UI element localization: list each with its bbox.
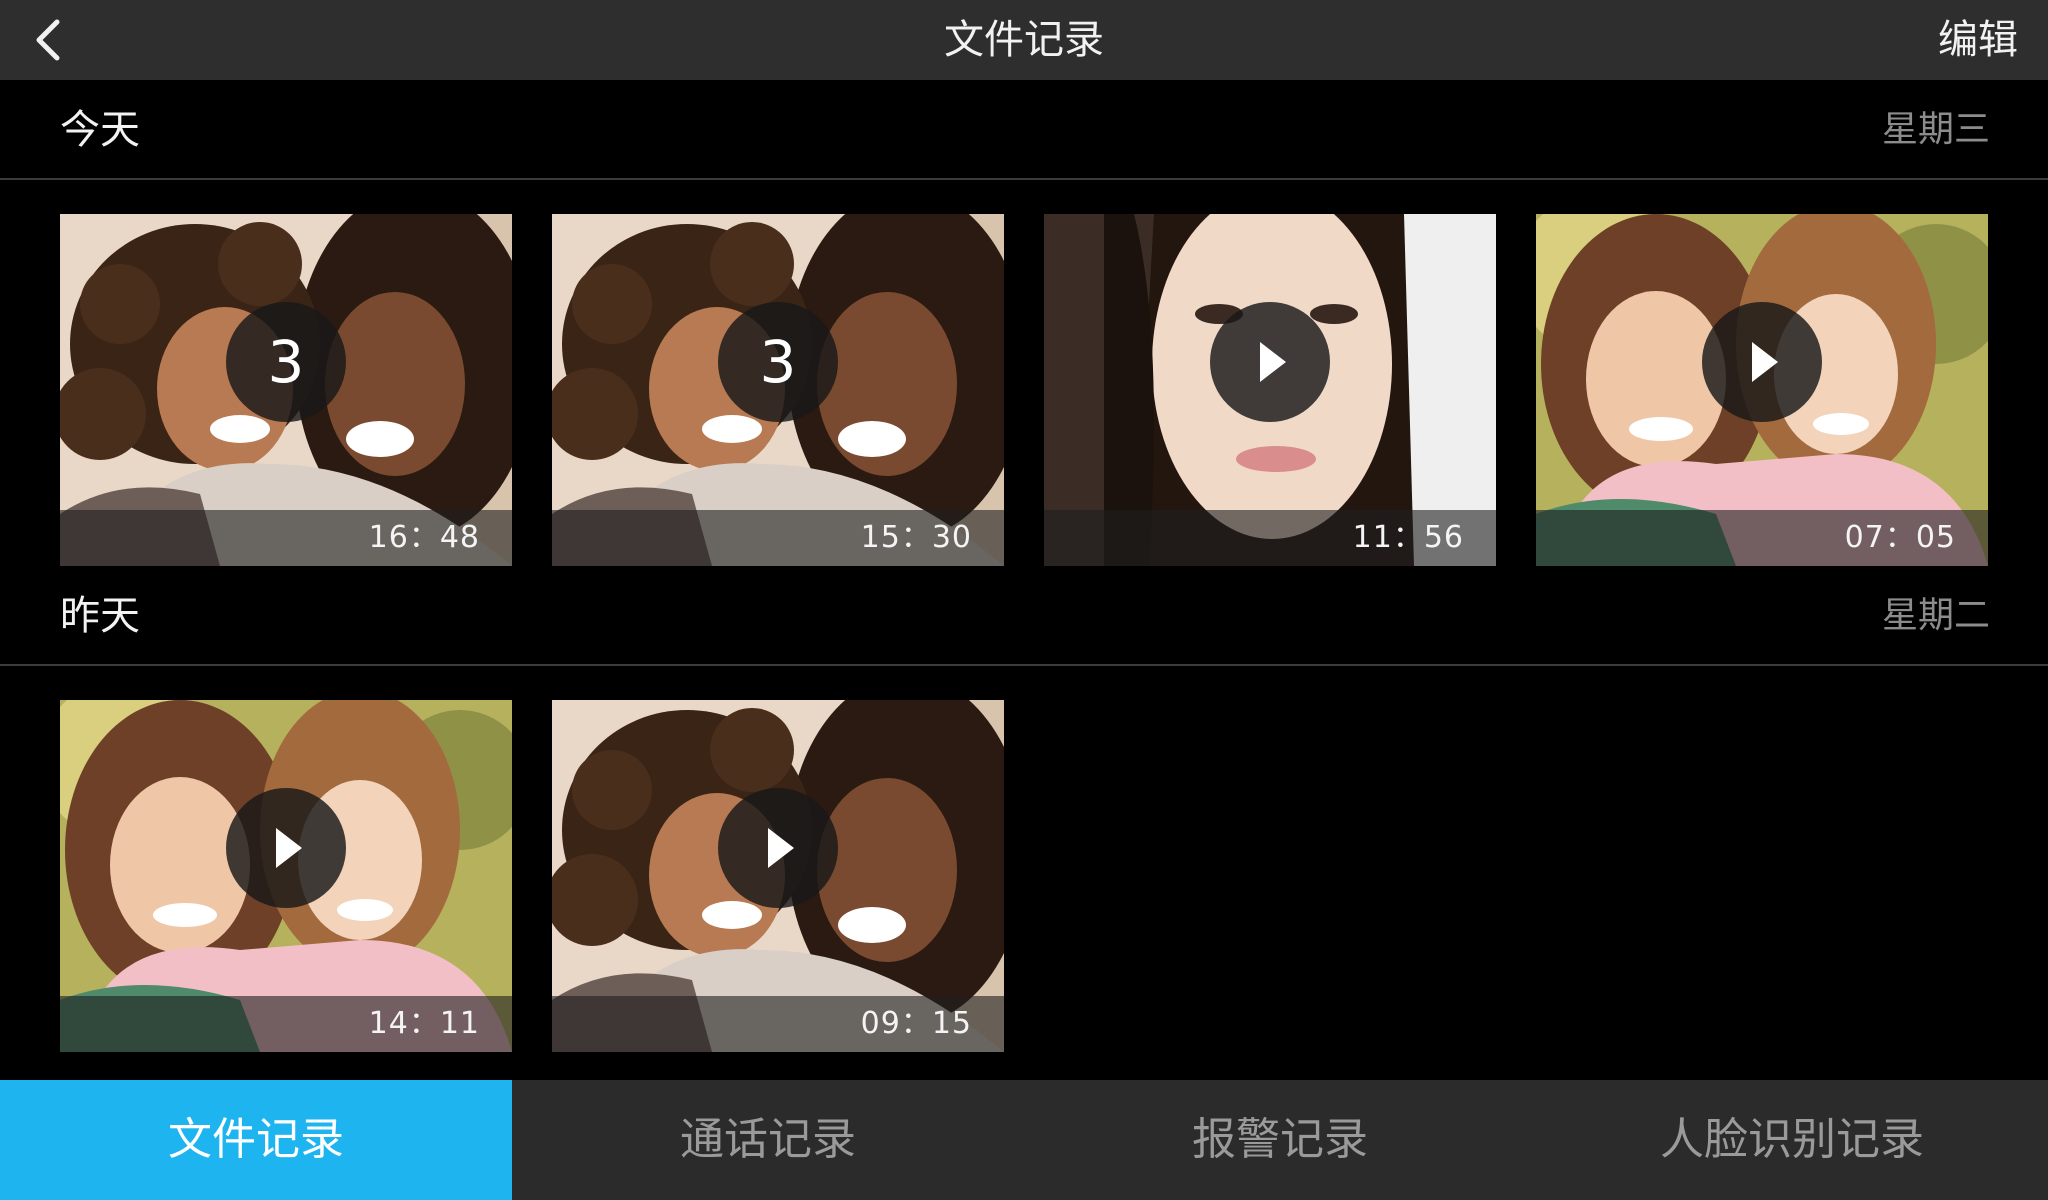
chevron-left-icon [36, 19, 60, 61]
thumbnail-time: 09：15 [860, 1006, 972, 1041]
media-thumbnail[interactable]: 07：05 [1536, 214, 1988, 566]
photo-count: 3 [267, 328, 305, 396]
section-header-yesterday: 昨天 星期二 [0, 566, 2048, 666]
tab-alarm-records[interactable]: 报警记录 [1024, 1080, 1536, 1200]
bottom-tab-bar: 文件记录 通话记录 报警记录 人脸识别记录 [0, 1080, 2048, 1200]
section-weekday: 星期二 [1881, 595, 1990, 636]
media-thumbnail[interactable]: 11：56 [1044, 214, 1496, 566]
section-label: 今天 [60, 107, 140, 153]
play-button[interactable] [226, 788, 346, 908]
play-icon [1752, 342, 1778, 382]
play-button[interactable] [1210, 302, 1330, 422]
back-button[interactable] [18, 10, 78, 70]
app-root: 文件记录 编辑 今天 星期三 16：48 3 15：30 3 11：56 07：… [0, 0, 2048, 1200]
play-icon [1260, 342, 1286, 382]
photo-count: 3 [759, 328, 797, 396]
photo-count-badge: 3 [718, 302, 838, 422]
thumbnail-time: 15：30 [860, 520, 972, 555]
tab-face-recognition-records[interactable]: 人脸识别记录 [1536, 1080, 2048, 1200]
top-bar: 文件记录 编辑 [0, 0, 2048, 80]
media-thumbnail[interactable]: 15：30 3 [552, 214, 1004, 566]
thumbnail-time: 11：56 [1352, 520, 1464, 555]
play-icon [768, 828, 794, 868]
edit-button[interactable]: 编辑 [1938, 0, 2018, 80]
photo-count-badge: 3 [226, 302, 346, 422]
section-label: 昨天 [60, 593, 140, 639]
thumbnail-time: 07：05 [1844, 520, 1956, 555]
page-title: 文件记录 [944, 17, 1104, 63]
thumbnail-grid-yesterday: 14：11 09：15 [0, 700, 2048, 1052]
media-thumbnail[interactable]: 16：48 3 [60, 214, 512, 566]
media-thumbnail[interactable]: 09：15 [552, 700, 1004, 1052]
play-button[interactable] [718, 788, 838, 908]
thumbnail-time: 16：48 [368, 520, 480, 555]
tab-call-records[interactable]: 通话记录 [512, 1080, 1024, 1200]
thumbnail-grid-today: 16：48 3 15：30 3 11：56 07：05 [0, 214, 2048, 566]
tab-file-records[interactable]: 文件记录 [0, 1080, 512, 1200]
section-weekday: 星期三 [1881, 109, 1990, 150]
media-thumbnail[interactable]: 14：11 [60, 700, 512, 1052]
thumbnail-time: 14：11 [368, 1006, 480, 1041]
play-icon [276, 828, 302, 868]
section-header-today: 今天 星期三 [0, 80, 2048, 180]
play-button[interactable] [1702, 302, 1822, 422]
